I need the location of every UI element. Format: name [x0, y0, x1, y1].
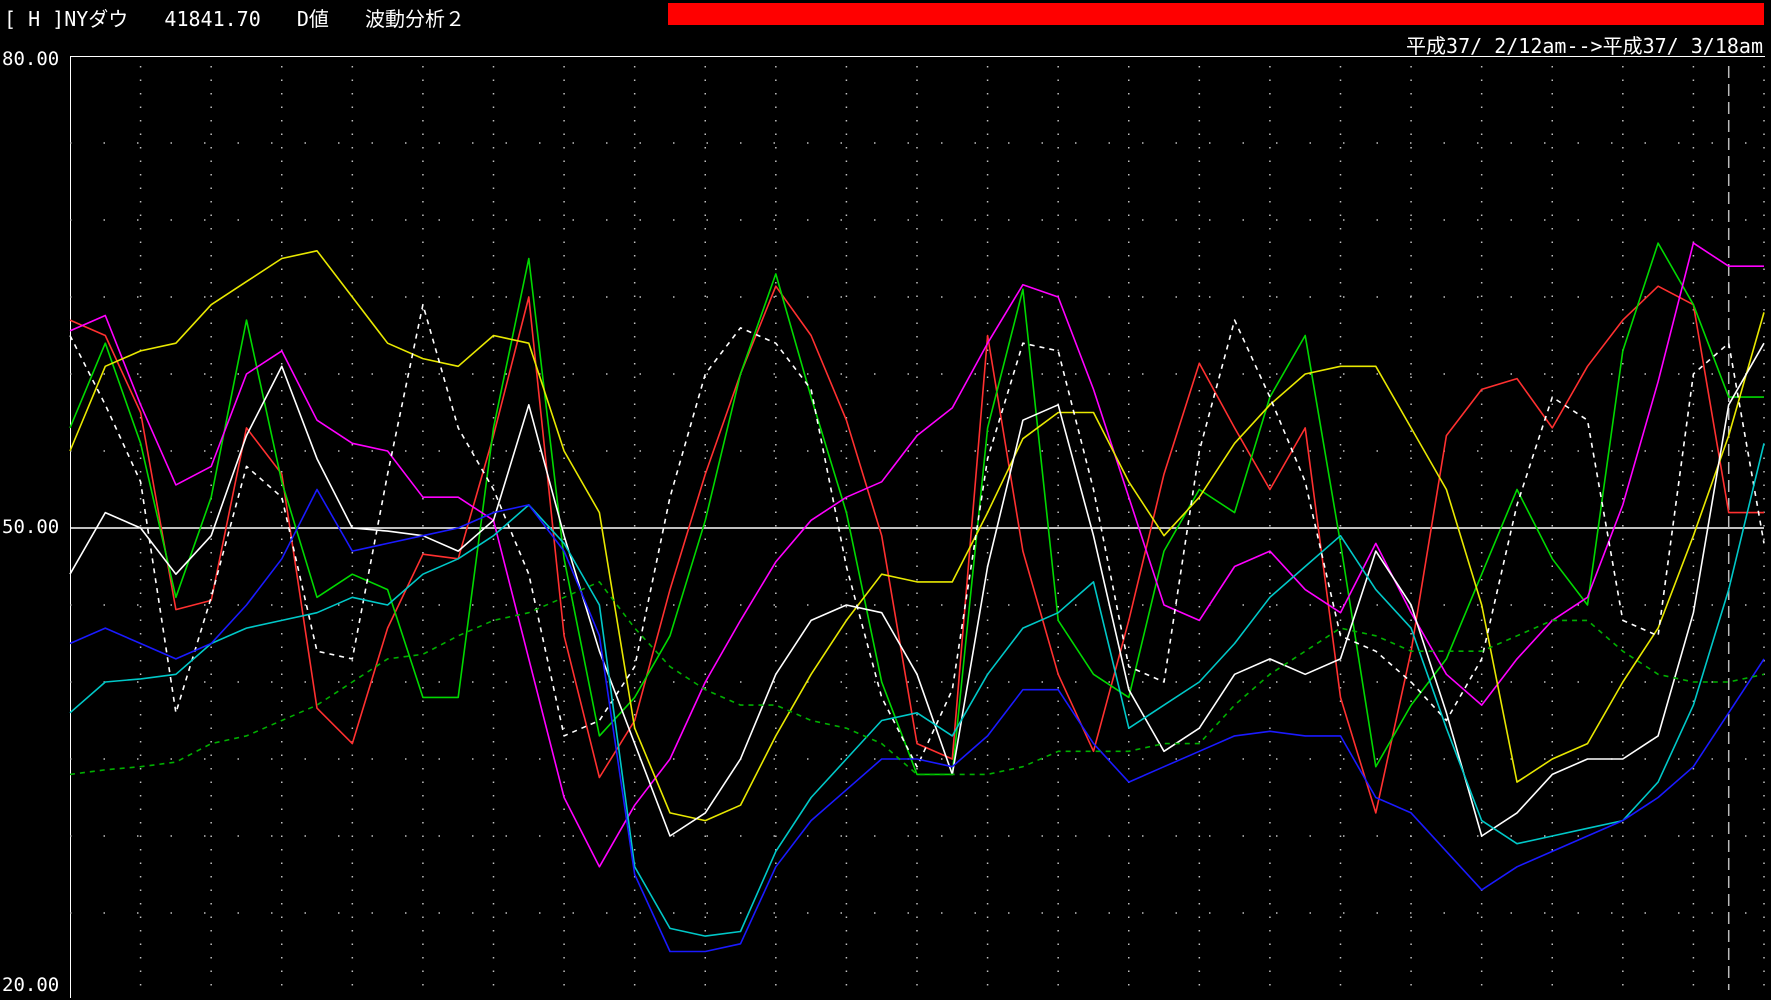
series-line-1: [69, 285, 1764, 814]
line-chart: [69, 66, 1765, 990]
series-line-8: [69, 488, 1765, 953]
series-line-7: [69, 443, 1765, 937]
series-line-6: [69, 303, 1765, 768]
